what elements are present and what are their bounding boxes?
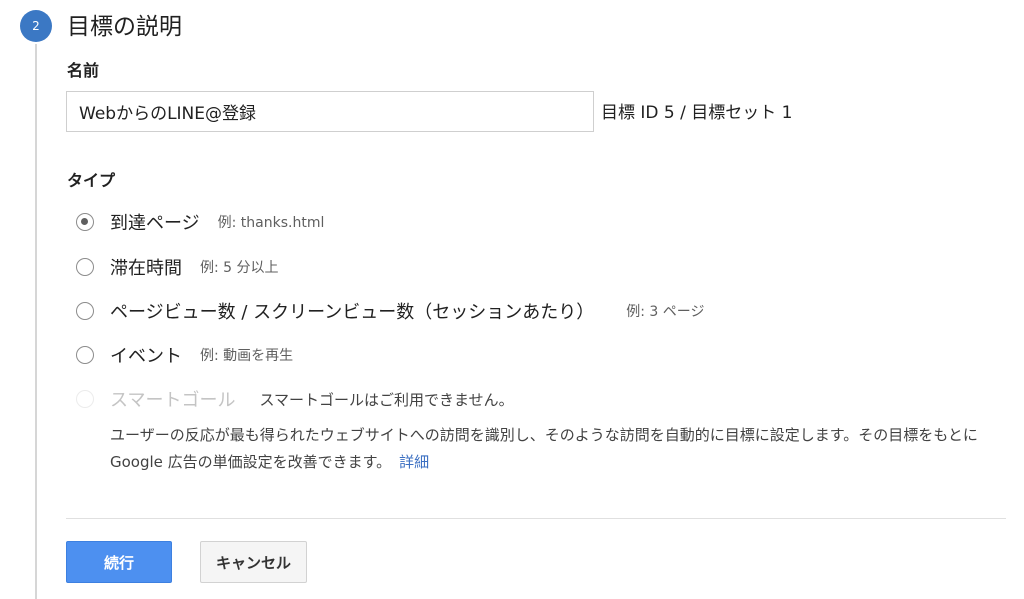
smart-goal-description: ユーザーの反応が最も得られたウェブサイトへの訪問を識別し、そのような訪問を自動的… (110, 422, 1010, 476)
cancel-button[interactable]: キャンセル (200, 541, 307, 583)
option-example: 例: thanks.html (217, 215, 325, 231)
step-number-badge: 2 (20, 10, 52, 42)
goal-name-input[interactable] (66, 91, 594, 132)
option-label: ページビュー数 / スクリーンビュー数（セッションあたり） (110, 302, 595, 323)
type-label: タイプ (67, 171, 116, 190)
goal-description-page: 2 目標の説明 名前 目標 ID 5 / 目標セット 1 タイプ 到達ページ 例… (0, 0, 1024, 599)
option-label: 到達ページ (110, 213, 200, 234)
divider (66, 518, 1006, 519)
radio-button[interactable] (76, 346, 94, 364)
details-link[interactable]: 詳細 (399, 453, 429, 471)
type-option-pages-per-session[interactable]: ページビュー数 / スクリーンビュー数（セッションあたり） 例: 3 ページ (76, 298, 705, 324)
radio-button[interactable] (76, 258, 94, 276)
step-connector-line (35, 44, 37, 599)
option-label: イベント (110, 346, 182, 367)
radio-button[interactable] (76, 302, 94, 320)
goal-id-text: 目標 ID 5 / 目標セット 1 (601, 103, 793, 123)
smart-goal-description-text: ユーザーの反応が最も得られたウェブサイトへの訪問を識別し、そのような訪問を自動的… (110, 426, 978, 471)
radio-button-selected[interactable] (76, 213, 94, 231)
section-title: 目標の説明 (67, 14, 182, 40)
option-example: 例: 5 分以上 (200, 260, 279, 276)
option-example: 例: 動画を再生 (200, 348, 294, 364)
type-option-smart-goal: スマートゴール スマートゴールはご利用できません。 (76, 386, 514, 412)
type-option-event[interactable]: イベント 例: 動画を再生 (76, 342, 293, 368)
smart-goal-unavailable-note: スマートゴールはご利用できません。 (259, 390, 514, 409)
type-option-destination[interactable]: 到達ページ 例: thanks.html (76, 209, 324, 235)
option-label: 滞在時間 (110, 258, 182, 279)
type-option-duration[interactable]: 滞在時間 例: 5 分以上 (76, 254, 279, 280)
name-label: 名前 (67, 61, 100, 80)
continue-button[interactable]: 続行 (66, 541, 172, 583)
option-label-disabled: スマートゴール (110, 390, 236, 411)
radio-button-disabled (76, 390, 94, 408)
option-example: 例: 3 ページ (626, 304, 705, 320)
